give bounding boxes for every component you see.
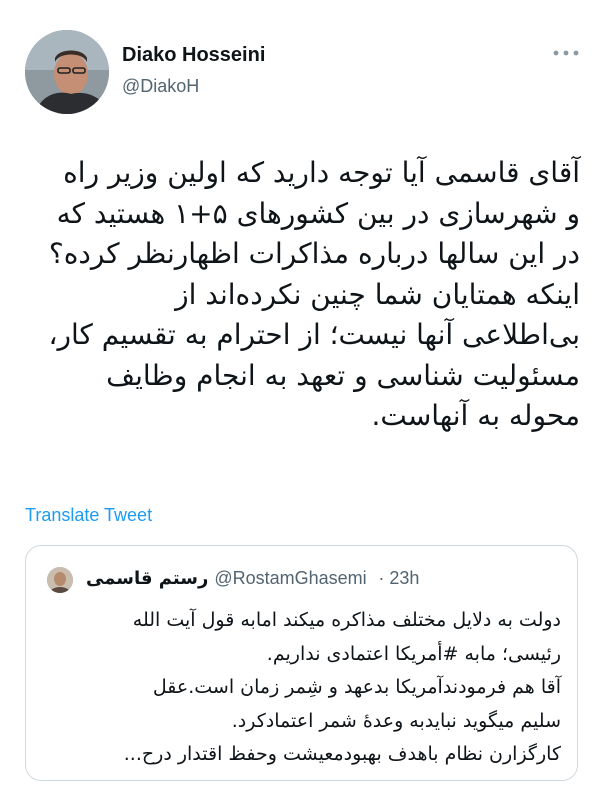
quoted-header: رستم قاسمی @RostamGhasemi · 23h	[86, 568, 419, 589]
author-handle[interactable]: @DiakoH	[122, 76, 199, 97]
quoted-author-handle[interactable]: @RostamGhasemi	[214, 568, 366, 588]
profile-photo-icon	[25, 30, 109, 114]
quoted-author-avatar	[47, 567, 73, 593]
author-avatar[interactable]	[25, 30, 109, 114]
tweet-header: Diako Hosseini @DiakoH	[25, 30, 580, 114]
author-name[interactable]: Diako Hosseini	[122, 44, 265, 67]
quoted-text: دولت به دلایل مختلف مذاکره میکند امابه ق…	[123, 609, 561, 765]
quoted-tweet[interactable]: رستم قاسمی @RostamGhasemi · 23h دولت به د…	[25, 545, 578, 781]
ellipsis-icon[interactable]	[552, 44, 580, 64]
tweet-text: آقای قاسمی آیا توجه دارید که اولین وزیر …	[48, 156, 580, 432]
translate-tweet-link[interactable]: Translate Tweet	[25, 505, 152, 526]
quoted-timestamp[interactable]: · 23h	[378, 568, 419, 588]
profile-photo-icon	[47, 567, 73, 593]
quoted-author-name[interactable]: رستم قاسمی	[86, 568, 208, 589]
